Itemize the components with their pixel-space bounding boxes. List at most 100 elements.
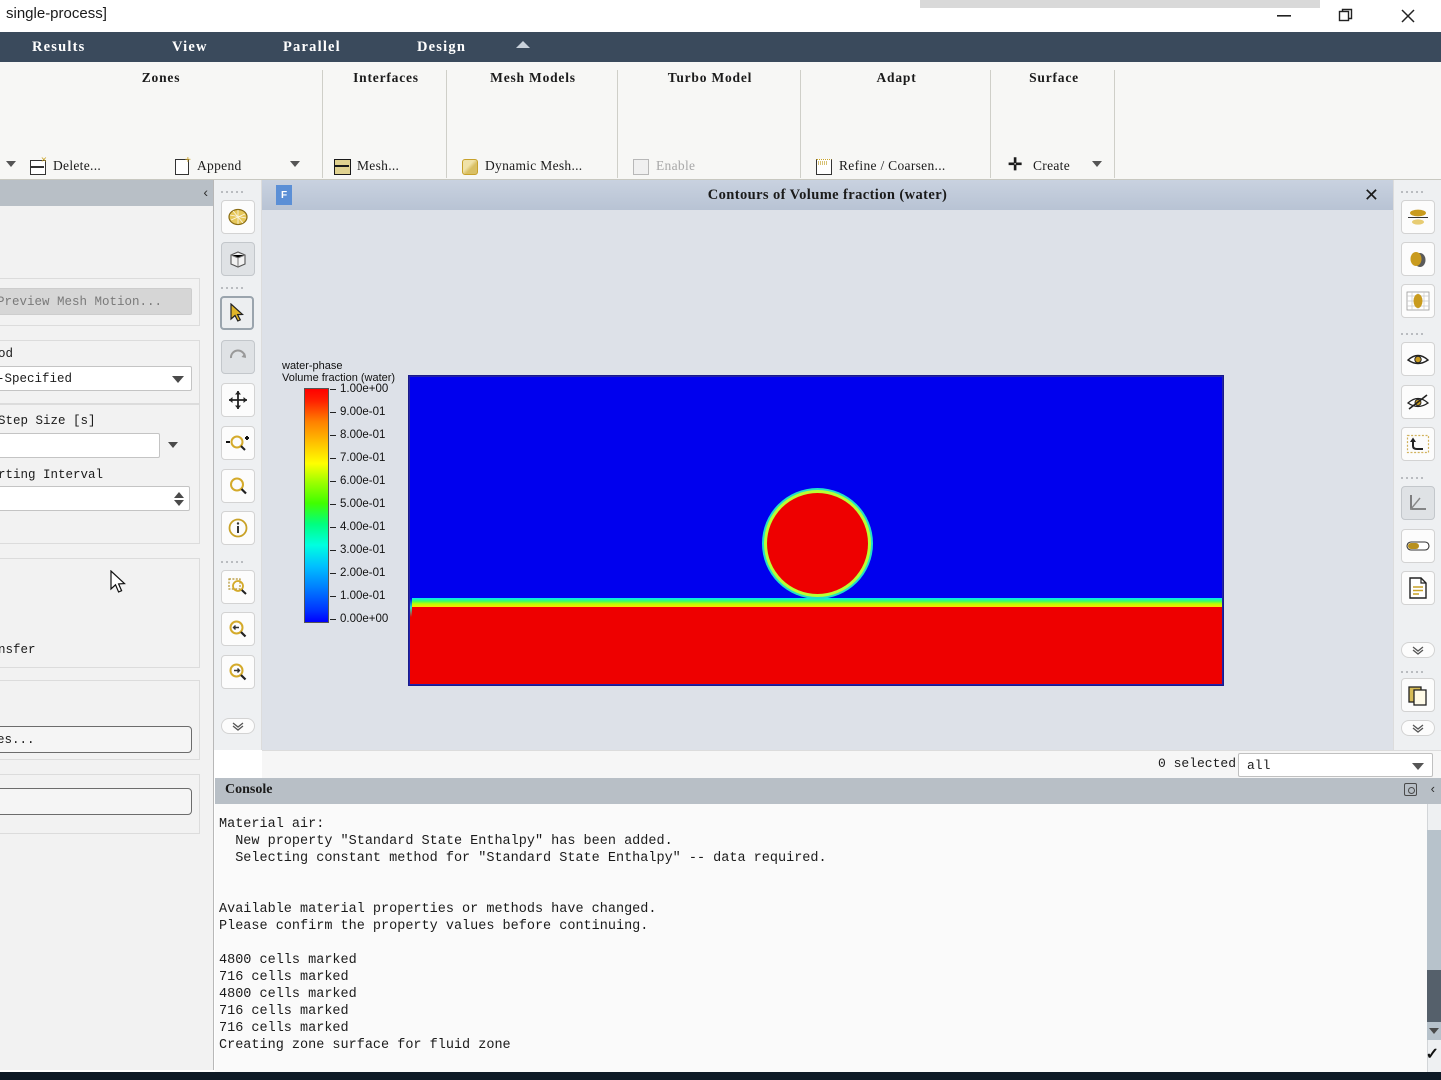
menu-item-parallel[interactable]: Parallel <box>283 32 341 62</box>
task-panel-collapse-icon[interactable]: ‹ <box>203 184 208 200</box>
pin-icon[interactable] <box>1404 783 1417 796</box>
ribbon-item-mesh-interface-label: Mesh... <box>357 158 400 173</box>
chevron-down-icon-scroll <box>1429 1028 1439 1034</box>
probe-info-icon[interactable] <box>221 511 255 545</box>
timestep-input[interactable] <box>0 433 160 458</box>
menu-item-results[interactable]: Results <box>32 32 86 62</box>
refine-coarsen-icon <box>814 157 834 175</box>
reporting-interval-label: rting Interval <box>0 468 104 482</box>
graphics-window-title: Contours of Volume fraction (water) <box>707 187 948 203</box>
console-title: Console <box>225 782 273 797</box>
annotation-icon[interactable] <box>1401 571 1435 605</box>
ribbon-divider-5 <box>990 70 991 178</box>
undo-view-icon[interactable] <box>1401 427 1435 461</box>
legend-tick-1 <box>330 412 336 413</box>
axes-icon[interactable] <box>1401 486 1435 520</box>
menu-item-view[interactable]: View <box>172 32 208 62</box>
reporting-interval-input[interactable] <box>0 486 190 511</box>
console-scrollbar-upper[interactable] <box>1427 830 1441 970</box>
legend-colorbar <box>304 388 329 623</box>
ribbon-item-append-label: Append <box>197 158 242 173</box>
mesh-overlay-icon[interactable] <box>1401 284 1435 318</box>
console-collapse-icon[interactable]: ‹ <box>1431 781 1435 796</box>
copy-view-icon[interactable] <box>1401 678 1435 712</box>
zoom-out-icon[interactable] <box>221 612 255 646</box>
zoom-to-box-icon[interactable] <box>221 570 255 604</box>
right-toolbar-handle-dots-3[interactable] <box>1401 474 1435 482</box>
contour-interface-band <box>409 598 1223 607</box>
ribbon-item-dynamic-mesh[interactable]: Dynamic Mesh... <box>460 154 582 178</box>
ribbon-divider-2 <box>446 70 447 178</box>
chevron-down-icon-method <box>172 375 184 383</box>
selection-filter-dropdown[interactable]: all <box>1238 753 1433 777</box>
task-panel: ‹ ? Preview Mesh Motion... od -Specified… <box>0 180 214 1070</box>
console-line: 716 cells marked <box>219 970 349 985</box>
magnifier-icon[interactable] <box>221 469 255 503</box>
toolbar-handle-dots-3[interactable] <box>221 558 255 566</box>
select-pointer-icon[interactable] <box>220 296 254 330</box>
zoom-inout-icon[interactable] <box>221 426 255 460</box>
ribbon-item-delete[interactable]: × Delete... <box>28 154 101 178</box>
rotate-icon[interactable] <box>221 340 255 374</box>
ribbon-item-surface-create[interactable]: ✛ Create <box>1008 154 1070 178</box>
chevron-up-icon[interactable] <box>516 41 530 48</box>
ribbon-item-mesh-interface[interactable]: Mesh... <box>332 154 399 178</box>
zones-delete-dropdown-caret[interactable] <box>6 161 16 167</box>
legend-label-9: 1.00e-01 <box>340 590 386 602</box>
right-toolbar-handle-dots-2[interactable] <box>1401 330 1435 338</box>
window-titlebar: single-process] <box>0 0 1441 32</box>
menu-item-design[interactable]: Design <box>417 32 466 62</box>
shading-icon[interactable] <box>1401 242 1435 276</box>
mesh-display-icon[interactable] <box>221 200 255 234</box>
method-select-value: -Specified <box>0 371 73 386</box>
close-button[interactable] <box>1377 0 1439 32</box>
graphics-footer: 0 selected all <box>262 750 1441 778</box>
legend-label-5: 5.00e-01 <box>340 498 386 510</box>
maximize-button[interactable] <box>1315 0 1377 32</box>
graphics-window-close-icon[interactable]: ✕ <box>1364 184 1379 206</box>
right-toolbar-expand-icon-1[interactable] <box>1401 642 1435 658</box>
colormap-icon[interactable] <box>1401 529 1435 563</box>
toolbar-handle-dots-2[interactable] <box>221 284 255 292</box>
legend-tick-10 <box>330 619 336 620</box>
console-line: 4800 cells marked <box>219 953 357 968</box>
legend-tick-2 <box>330 435 336 436</box>
stepper-up-icon <box>174 491 184 498</box>
settings-button[interactable]: es... <box>0 726 192 753</box>
console-panel: Console ‹ ! Material air: New property "… <box>215 778 1441 1080</box>
ribbon-divider-4 <box>800 70 801 178</box>
right-toolbar-handle-dots-4[interactable] <box>1401 668 1435 676</box>
ribbon-item-append[interactable]: + Append <box>172 154 242 178</box>
timestep-dropdown-caret[interactable] <box>166 436 180 454</box>
console-output[interactable]: Material air: New property "Standard Sta… <box>215 804 1441 1080</box>
graphics-left-toolbar-expand-icon[interactable] <box>221 718 255 734</box>
pan-icon[interactable] <box>221 383 255 417</box>
right-toolbar-expand-icon-2[interactable] <box>1401 720 1435 736</box>
append-dropdown-caret[interactable] <box>290 161 300 167</box>
console-scrollbar-thumb[interactable] <box>1427 970 1441 1022</box>
minimize-button[interactable] <box>1253 0 1315 32</box>
reporting-interval-stepper[interactable] <box>172 489 186 508</box>
method-label: od <box>0 347 14 361</box>
console-line: 4800 cells marked <box>219 987 357 1002</box>
contour-fill-icon[interactable] <box>1401 200 1435 234</box>
method-select[interactable]: -Specified <box>0 366 192 391</box>
visibility-off-icon[interactable] <box>1401 385 1435 419</box>
bounding-box-icon[interactable] <box>221 242 255 276</box>
console-line: Creating zone surface for fluid zone <box>219 1038 511 1053</box>
chevron-down-icon-timestep <box>168 442 178 448</box>
right-toolbar-handle-dots-1[interactable] <box>1401 188 1435 196</box>
blank-button[interactable] <box>0 788 192 815</box>
surface-create-dropdown-caret[interactable] <box>1092 161 1102 167</box>
visibility-on-icon[interactable] <box>1401 342 1435 376</box>
task-panel-body: ? Preview Mesh Motion... od -Specified S… <box>0 206 213 1070</box>
ribbon-item-refine-coarsen[interactable]: Refine / Coarsen... <box>814 154 946 178</box>
contour-canvas[interactable]: water-phase Volume fraction (water) 1.00… <box>262 210 1393 750</box>
toolbar-handle-dots-1[interactable] <box>221 188 255 196</box>
console-scrollbar-track[interactable]: ✓ <box>1426 804 1441 1080</box>
zoom-previous-icon[interactable] <box>221 655 255 689</box>
ribbon-group-title-surface: Surface <box>1029 70 1079 85</box>
console-scroll-down-button[interactable] <box>1427 1022 1441 1040</box>
console-line: New property "Standard State Enthalpy" h… <box>219 834 673 849</box>
